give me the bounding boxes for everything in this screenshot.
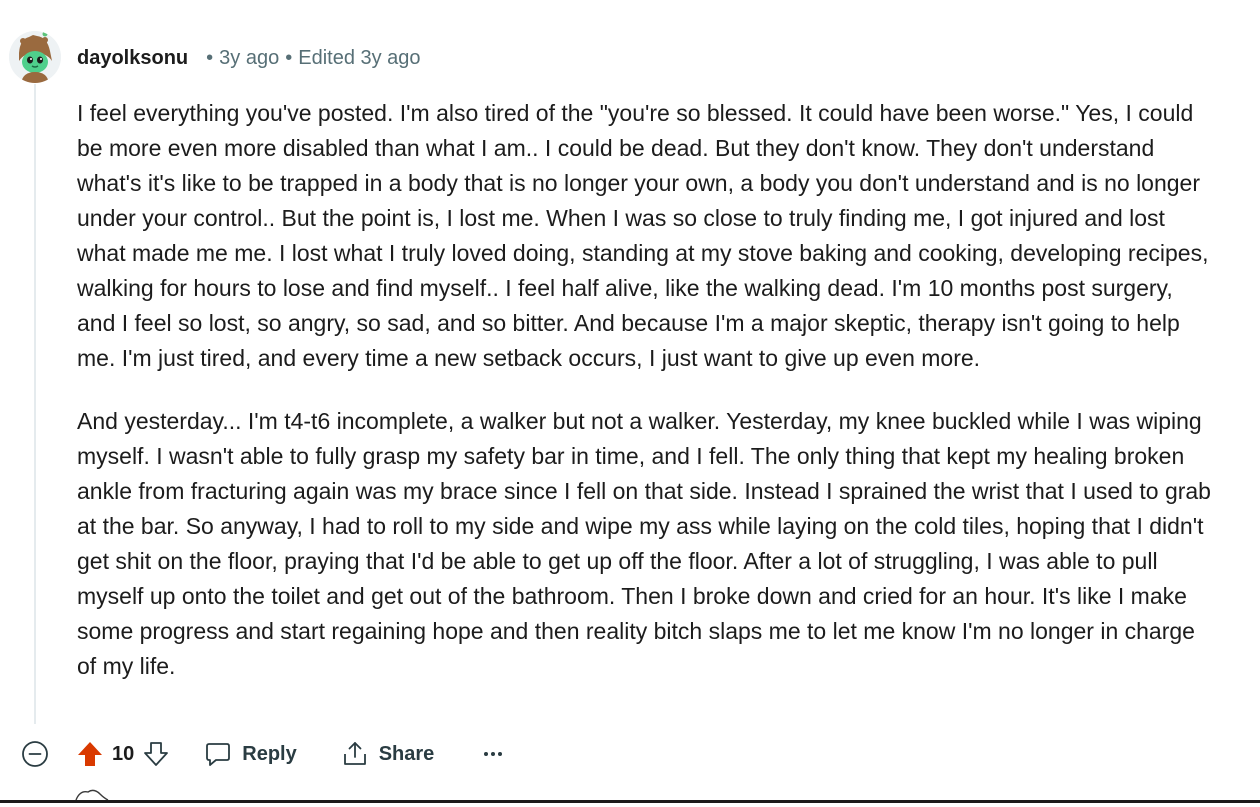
collapse-button[interactable] xyxy=(20,739,50,769)
share-button[interactable]: Share xyxy=(341,740,435,768)
avatar-icon xyxy=(9,31,61,83)
separator-dot: • xyxy=(285,46,293,69)
downvote-arrow-icon xyxy=(144,742,169,766)
comment-paragraph: I feel everything you've posted. I'm als… xyxy=(77,100,1209,371)
comment-paragraph: And yesterday... I'm t4-t6 incomplete, a… xyxy=(77,408,1211,679)
comment-actions: 10 Reply Share xyxy=(20,734,508,774)
more-options-button[interactable] xyxy=(478,739,508,769)
downvote-button[interactable] xyxy=(140,738,172,770)
vote-score: 10 xyxy=(112,742,135,765)
comment-meta: dayolksonu • 3y ago • Edited 3y ago xyxy=(77,44,421,72)
more-dots-icon xyxy=(484,752,503,756)
thread-line[interactable] xyxy=(34,84,36,724)
separator-dot: • xyxy=(206,46,214,69)
collapse-circle-minus-icon xyxy=(22,741,48,767)
share-upload-icon xyxy=(343,742,366,765)
reply-label: Reply xyxy=(242,742,297,765)
comment-bubble-icon xyxy=(206,743,231,766)
upvote-button[interactable] xyxy=(74,738,106,770)
timestamp[interactable]: 3y ago xyxy=(219,47,279,70)
upvote-arrow-icon xyxy=(78,742,102,766)
vote-controls: 10 xyxy=(74,738,172,770)
username[interactable]: dayolksonu xyxy=(77,47,188,70)
edited-label: Edited 3y ago xyxy=(298,46,421,69)
share-label: Share xyxy=(378,742,435,765)
comment: dayolksonu • 3y ago • Edited 3y ago I fe… xyxy=(0,0,1260,803)
reply-button[interactable]: Reply xyxy=(204,740,297,768)
comment-body: I feel everything you've posted. I'm als… xyxy=(77,96,1217,712)
avatar[interactable] xyxy=(9,31,61,83)
